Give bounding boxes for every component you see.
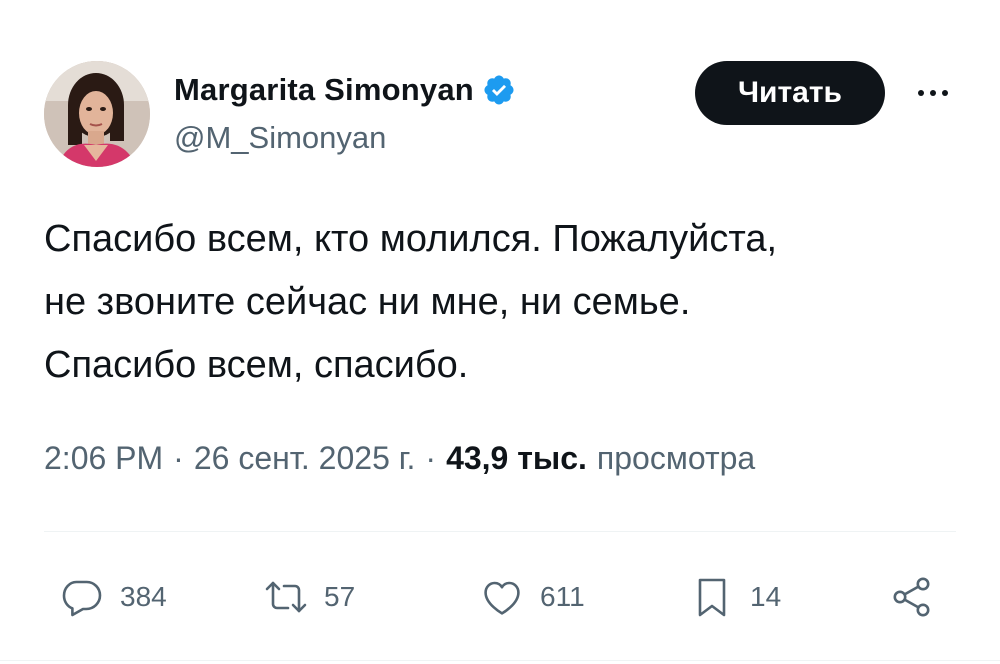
views-label: просмотра bbox=[596, 440, 756, 476]
verified-badge-icon[interactable] bbox=[482, 73, 516, 107]
action-bar: 384 57 611 14 bbox=[0, 565, 1000, 629]
share-icon bbox=[893, 577, 930, 617]
reply-count: 384 bbox=[120, 581, 167, 612]
meta-separator: · bbox=[173, 440, 184, 476]
divider bbox=[44, 531, 956, 532]
tweet-text-line: не звоните сейчас ни мне, ни семье. bbox=[44, 281, 691, 323]
avatar[interactable] bbox=[44, 61, 150, 167]
tweet-meta: 2:06 PM · 26 сент. 2025 г. · 43,9 тыс. п… bbox=[44, 440, 755, 477]
retweet-button[interactable]: 57 bbox=[262, 565, 355, 629]
bookmark-icon bbox=[698, 578, 726, 617]
retweet-icon bbox=[265, 581, 307, 613]
author-name-row: Margarita Simonyan bbox=[174, 70, 516, 110]
reply-button[interactable]: 384 bbox=[58, 565, 167, 629]
avatar-image bbox=[44, 61, 150, 167]
more-icon[interactable] bbox=[908, 76, 958, 110]
follow-button[interactable]: Читать bbox=[695, 61, 885, 125]
more-dot bbox=[918, 90, 924, 96]
like-button[interactable]: 611 bbox=[478, 565, 585, 629]
tweet-date[interactable]: 26 сент. 2025 г. bbox=[194, 440, 416, 477]
tweet-time[interactable]: 2:06 PM bbox=[44, 440, 163, 477]
author-display-name[interactable]: Margarita Simonyan bbox=[174, 72, 474, 108]
tweet-text: Спасибо всем, кто молился. Пожалуйста, н… bbox=[44, 208, 964, 397]
author-handle[interactable]: @M_Simonyan bbox=[174, 120, 386, 156]
views-count[interactable]: 43,9 тыс. bbox=[446, 440, 587, 477]
like-count: 611 bbox=[540, 581, 585, 612]
bookmark-count: 14 bbox=[750, 581, 782, 612]
tweet-card: Margarita Simonyan @M_Simonyan Читать Сп… bbox=[0, 0, 1000, 664]
share-button[interactable] bbox=[888, 565, 936, 629]
tweet-text-line: Спасибо всем, кто молился. Пожалуйста, bbox=[44, 218, 778, 260]
reply-icon bbox=[62, 580, 102, 617]
heart-icon bbox=[484, 581, 520, 615]
meta-separator: · bbox=[425, 440, 437, 476]
retweet-count: 57 bbox=[324, 581, 356, 612]
bookmark-button[interactable]: 14 bbox=[688, 565, 781, 629]
divider bbox=[0, 660, 1000, 661]
tweet-text-line: Спасибо всем, спасибо. bbox=[44, 344, 469, 386]
more-dot bbox=[930, 90, 936, 96]
more-dot bbox=[942, 90, 948, 96]
